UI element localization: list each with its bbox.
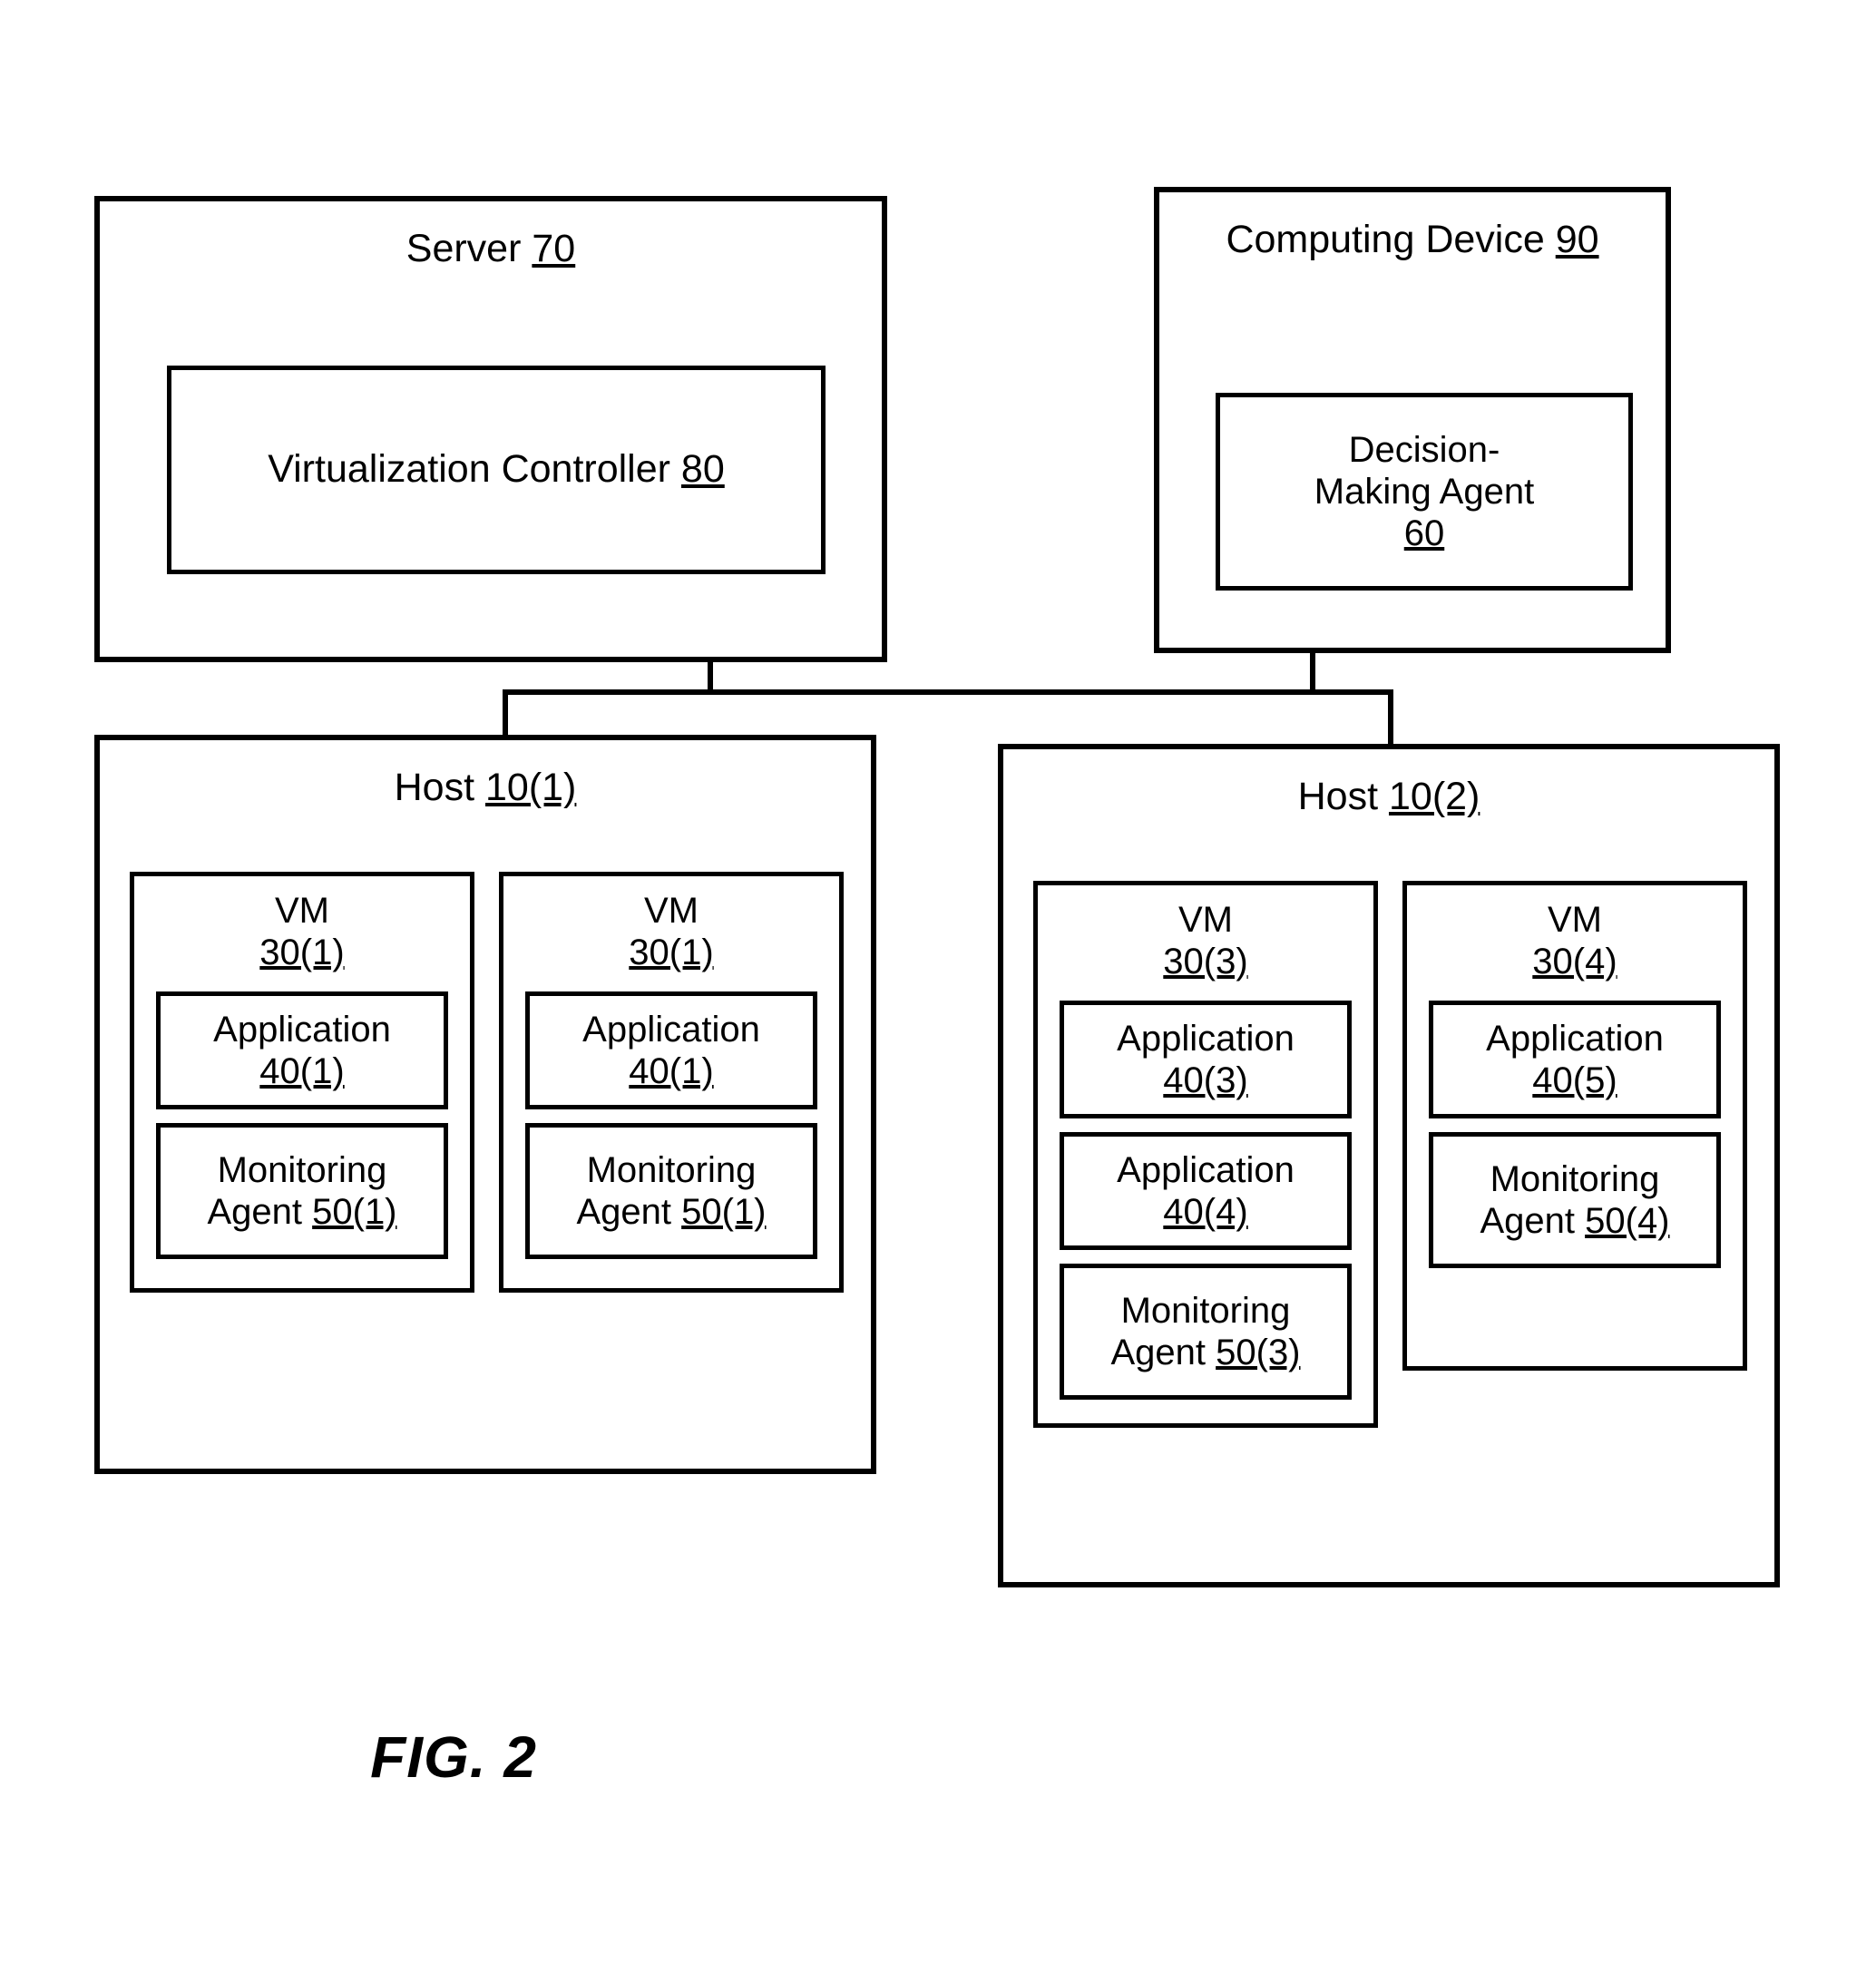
connector-computing-device-stub [1310, 648, 1315, 695]
decision-making-agent-label: Decision- Making Agent 60 [1220, 397, 1628, 586]
application-ref-1-1-1: 40(1) [259, 1051, 345, 1091]
computing-device-title: Computing Device 90 [1159, 218, 1666, 262]
computing-device-box: Computing Device 90 Decision- Making Age… [1154, 187, 1671, 653]
vm-box-2-1: VM 30(3) Application 40(3) Application 40(4… [1033, 881, 1378, 1428]
host-title-1-text: Host [394, 766, 485, 809]
vm-box-2-2: VM 30(4) Application 40(5) Monitoring Agent… [1402, 881, 1747, 1371]
monitoring-agent-text-2-2-1: Monitoring [1490, 1159, 1660, 1199]
monitoring-agent-label-1-1-1: Monitoring Agent 50(1) [161, 1128, 444, 1255]
application-text-2-1-2: Application [1117, 1150, 1295, 1190]
application-text-2-2-1: Application [1486, 1019, 1664, 1059]
application-label-2-1-2: Application 40(4) [1064, 1137, 1347, 1245]
vm-ref-1-1: 30(1) [259, 932, 345, 972]
decision-making-agent-box: Decision- Making Agent 60 [1216, 393, 1633, 591]
server-title-text: Server [405, 227, 533, 270]
virtualization-controller-text: Virtualization Controller [268, 447, 681, 492]
decision-making-agent-ref: 60 [1403, 513, 1445, 553]
application-label-1-2-1: Application 40(1) [530, 996, 813, 1105]
monitoring-agent-ref-1-2-1: 50(1) [681, 1192, 767, 1232]
monitoring-agent-text2-1-2-1: Agent [576, 1192, 682, 1232]
vm-ref-2-2: 30(4) [1532, 941, 1617, 982]
vm-name-1-1: VM [275, 891, 329, 931]
monitoring-agent-text2-2-2-1: Agent [1480, 1201, 1586, 1241]
monitoring-agent-text-2-1-1: Monitoring [1120, 1291, 1291, 1331]
monitoring-agent-text-1-1-1: Monitoring [217, 1150, 387, 1190]
application-ref-2-1-2: 40(4) [1163, 1192, 1248, 1232]
vm-label-2-1: VM 30(3) [1038, 900, 1373, 982]
application-label-2-1-1: Application 40(3) [1064, 1005, 1347, 1114]
server-title: Server 70 [100, 227, 882, 271]
application-ref-2-2-1: 40(5) [1532, 1060, 1617, 1100]
computing-device-title-ref: 90 [1555, 218, 1599, 261]
vm-label-1-1: VM 30(1) [134, 891, 470, 973]
monitoring-agent-label-2-1-1: Monitoring Agent 50(3) [1064, 1268, 1347, 1395]
host-title-2: Host 10(2) [1003, 775, 1774, 819]
vm-box-1-1: VM 30(1) Application 40(1) Monitoring Agent… [130, 872, 474, 1293]
application-box-2-2-1: Application 40(5) [1429, 1001, 1721, 1118]
vm-ref-2-1: 30(3) [1163, 941, 1248, 982]
monitoring-agent-text2-1-1-1: Agent [207, 1192, 313, 1232]
virtualization-controller-box: Virtualization Controller 80 [167, 366, 826, 574]
host-title-1-ref: 10(1) [484, 766, 577, 809]
monitoring-agent-ref-2-2-1: 50(4) [1585, 1201, 1670, 1241]
host-title-1: Host 10(1) [100, 766, 871, 810]
application-ref-1-2-1: 40(1) [629, 1051, 714, 1091]
vm-box-1-2: VM 30(1) Application 40(1) Monitoring Agent… [499, 872, 844, 1293]
application-box-1-2-1: Application 40(1) [525, 991, 817, 1109]
connector-host1-drop [503, 689, 508, 740]
application-text-1-2-1: Application [582, 1010, 760, 1050]
application-box-1-1-1: Application 40(1) [156, 991, 448, 1109]
computing-device-title-text: Computing Device [1226, 218, 1556, 261]
application-label-1-1-1: Application 40(1) [161, 996, 444, 1105]
decision-making-agent-line1: Decision- [1348, 430, 1500, 470]
decision-making-agent-line2: Making Agent [1314, 472, 1535, 512]
server-box: Server 70 Virtualization Controller 80 [94, 196, 887, 662]
monitoring-agent-box-1-1-1: Monitoring Agent 50(1) [156, 1123, 448, 1259]
monitoring-agent-text-1-2-1: Monitoring [586, 1150, 757, 1190]
monitoring-agent-box-2-2-1: Monitoring Agent 50(4) [1429, 1132, 1721, 1268]
virtualization-controller-ref: 80 [680, 447, 725, 492]
application-box-2-1-1: Application 40(3) [1060, 1001, 1352, 1118]
server-title-ref: 70 [532, 227, 576, 270]
monitoring-agent-text2-2-1-1: Agent [1110, 1333, 1216, 1372]
application-label-2-2-1: Application 40(5) [1433, 1005, 1716, 1114]
application-text-1-1-1: Application [213, 1010, 391, 1050]
monitoring-agent-label-2-2-1: Monitoring Agent 50(4) [1433, 1137, 1716, 1264]
vm-name-2-2: VM [1548, 900, 1602, 940]
host-title-2-ref: 10(2) [1388, 775, 1480, 818]
connector-host2-drop [1388, 689, 1393, 749]
host-box-1: Host 10(1) VM 30(1) Application 40(1) Moni… [94, 735, 876, 1474]
host-title-2-text: Host [1297, 775, 1389, 818]
vm-label-2-2: VM 30(4) [1407, 900, 1743, 982]
monitoring-agent-box-1-2-1: Monitoring Agent 50(1) [525, 1123, 817, 1259]
application-text-2-1-1: Application [1117, 1019, 1295, 1059]
monitoring-agent-ref-1-1-1: 50(1) [312, 1192, 397, 1232]
application-ref-2-1-1: 40(3) [1163, 1060, 1248, 1100]
monitoring-agent-box-2-1-1: Monitoring Agent 50(3) [1060, 1264, 1352, 1400]
vm-name-2-1: VM [1178, 900, 1233, 940]
virtualization-controller-label: Virtualization Controller 80 [171, 370, 821, 570]
vm-label-1-2: VM 30(1) [503, 891, 839, 973]
patent-figure: Server 70 Virtualization Controller 80 C… [0, 0, 1876, 1963]
connector-bus [503, 689, 1393, 695]
host-box-2: Host 10(2) VM 30(3) Application 40(3) Appl… [998, 744, 1780, 1587]
monitoring-agent-label-1-2-1: Monitoring Agent 50(1) [530, 1128, 813, 1255]
vm-ref-1-2: 30(1) [629, 932, 714, 972]
monitoring-agent-ref-2-1-1: 50(3) [1216, 1333, 1301, 1372]
vm-name-1-2: VM [644, 891, 699, 931]
figure-caption: FIG. 2 [370, 1724, 537, 1790]
application-box-2-1-2: Application 40(4) [1060, 1132, 1352, 1250]
